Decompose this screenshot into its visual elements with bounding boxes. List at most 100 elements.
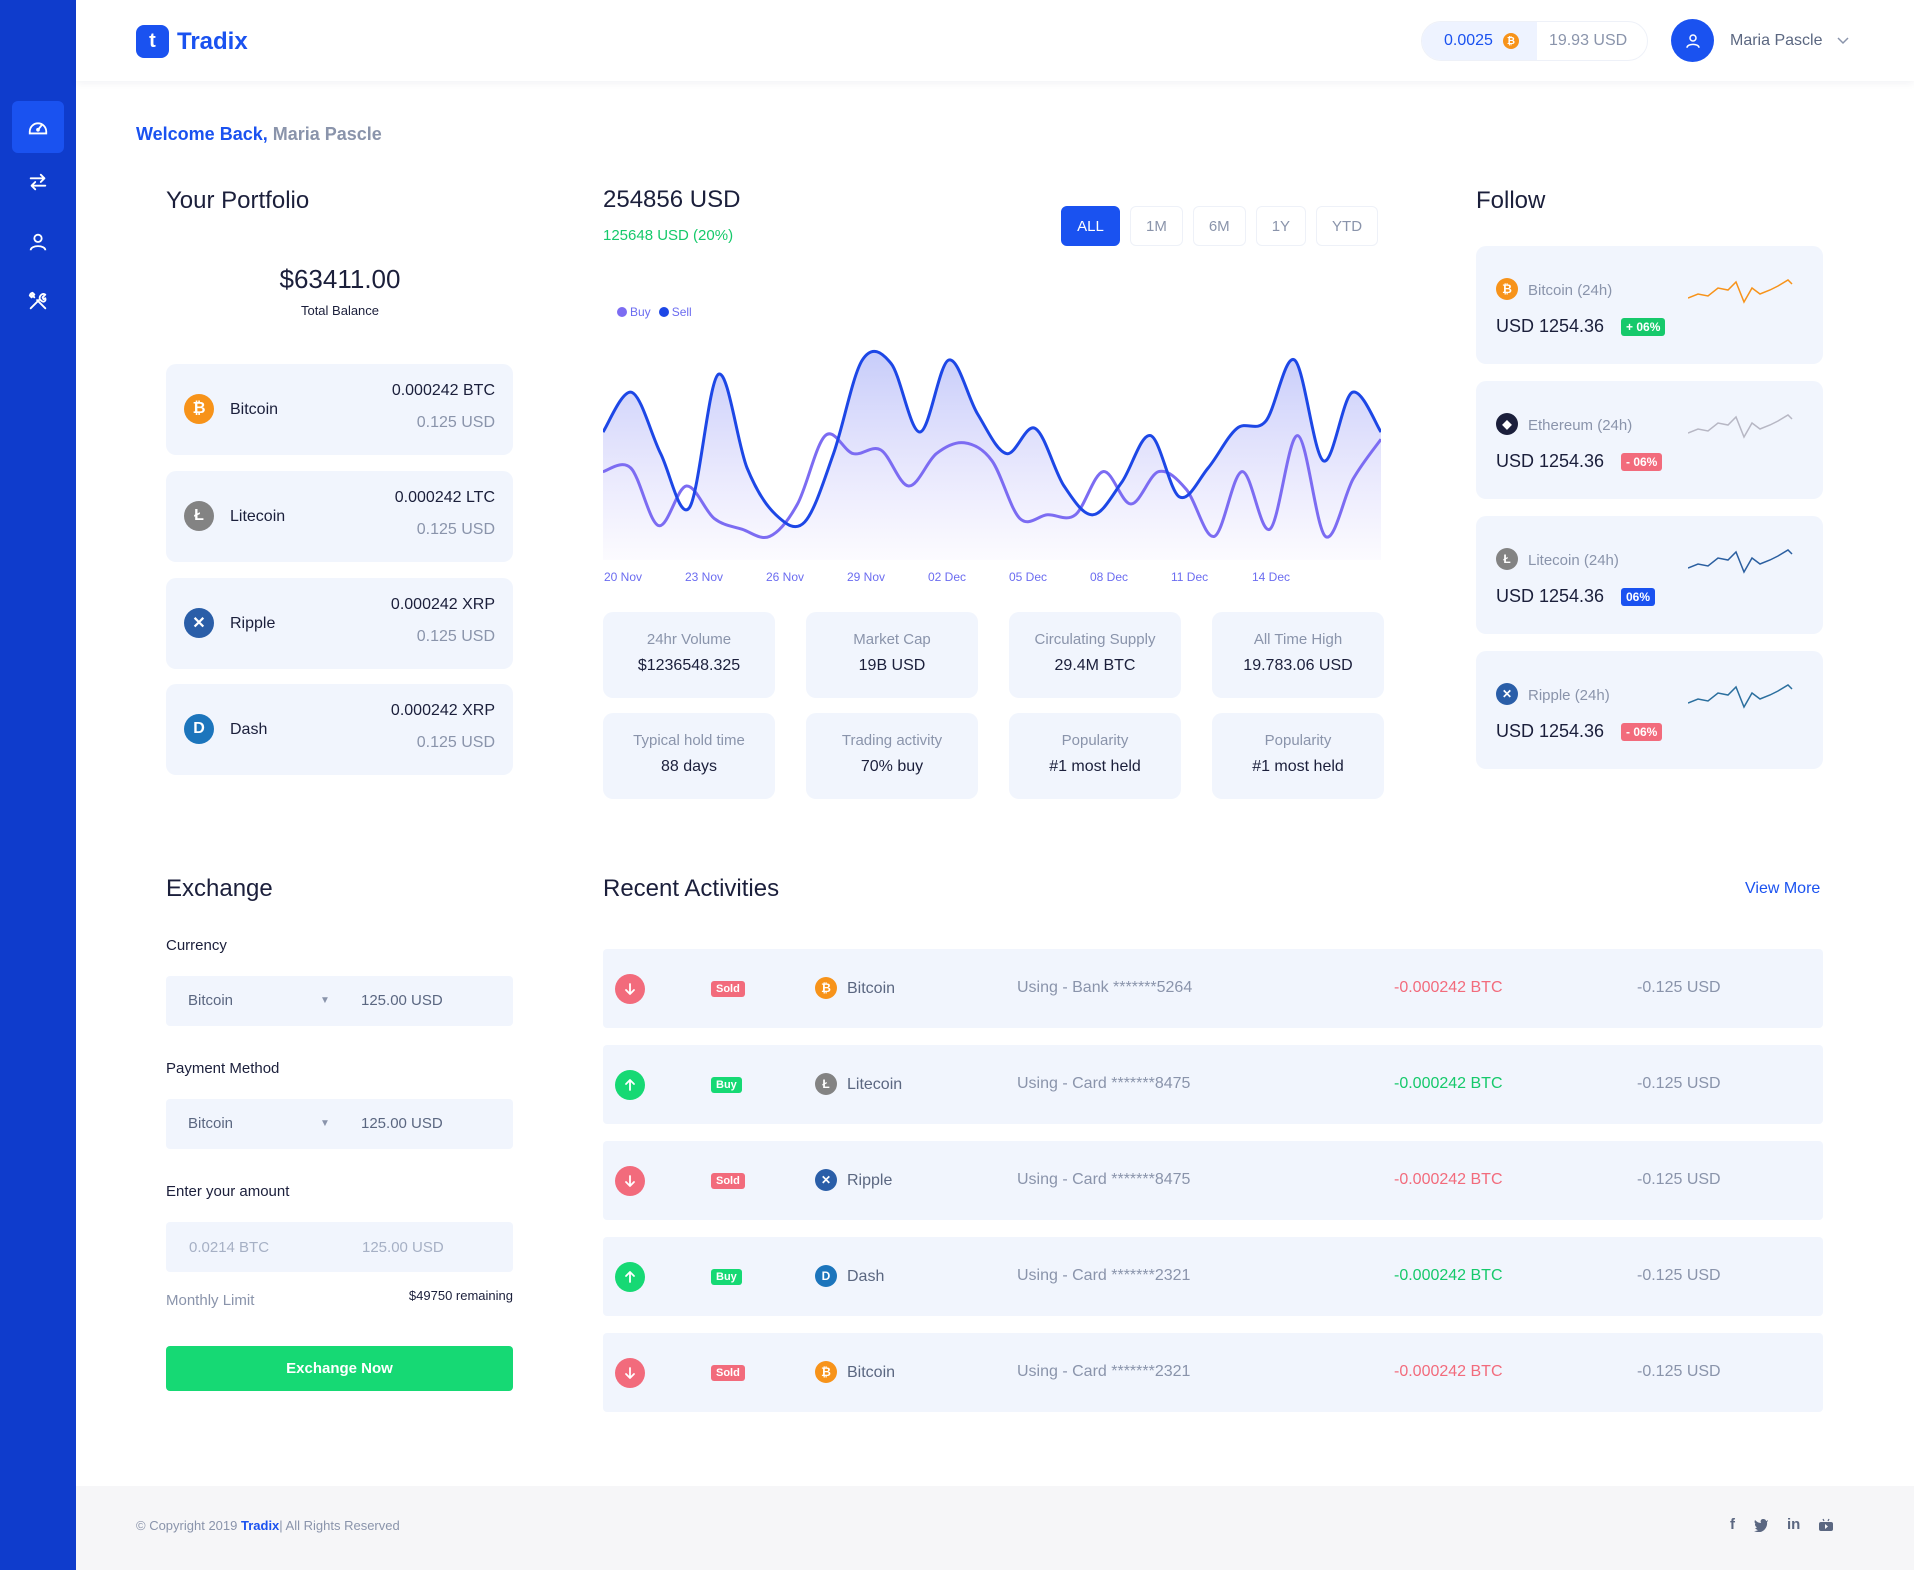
sidebar-item-tools[interactable] [12, 275, 64, 327]
legend-sell[interactable]: Sell [658, 305, 692, 319]
amount-usd-input[interactable] [362, 1222, 502, 1272]
sell-dot [658, 307, 669, 317]
sidebar-item-dashboard[interactable] [12, 101, 64, 153]
balance-pill[interactable]: 0.0025 ₿ 19.93 USD [1421, 21, 1649, 61]
user-menu[interactable]: Maria Pascle [1671, 19, 1850, 62]
coin-amount: 0.000242 LTC [394, 489, 495, 506]
stat-label: Popularity [1264, 732, 1332, 749]
monthly-limit-value: $49750 remaining [408, 1288, 513, 1303]
x-tick-label: 08 Dec [1090, 570, 1129, 584]
status-badge: Buy [711, 1077, 742, 1093]
view-more-link[interactable]: View More [1745, 880, 1820, 898]
stat-value: 29.4M BTC [1054, 657, 1136, 674]
coin-usd: 0.125 USD [416, 521, 495, 538]
sidebar [0, 0, 76, 1570]
app-logo[interactable]: t Tradix [136, 25, 248, 58]
follow-name: Ethereum (24h) [1528, 417, 1633, 434]
amount-btc-input[interactable] [189, 1222, 349, 1272]
stat-label: Typical hold time [633, 732, 745, 749]
activity-row[interactable]: Buy D Dash Using - Card *******2321 -0.0… [603, 1237, 1823, 1316]
follow-card[interactable]: ₿ Bitcoin (24h) USD 1254.36 + 06% [1476, 246, 1823, 364]
range-selector: ALL 1M 6M 1Y YTD [1061, 206, 1379, 246]
sparkline [1688, 414, 1793, 439]
portfolio-coin-card[interactable]: ₿ Bitcoin 0.000242 BTC 0.125 USD [166, 364, 513, 455]
status-badge: Buy [711, 1269, 742, 1285]
status-badge: Sold [711, 1365, 745, 1381]
follow-price: USD 1254.36 [1496, 316, 1605, 336]
coin-name: Dash [230, 721, 268, 738]
range-button-1y[interactable]: 1Y [1255, 206, 1307, 246]
activity-usd: -0.125 USD [1637, 1267, 1721, 1284]
activity-row[interactable]: Sold ₿ Bitcoin Using - Card *******2321 … [603, 1333, 1823, 1412]
bitcoin-icon: ₿ [184, 394, 214, 424]
activity-coin: Bitcoin [847, 1364, 896, 1381]
follow-price: USD 1254.36 [1496, 586, 1605, 606]
follow-price: USD 1254.36 [1496, 721, 1605, 741]
activity-row[interactable]: Sold ✕ Ripple Using - Card *******8475 -… [603, 1141, 1823, 1220]
sidebar-item-exchange[interactable] [12, 156, 64, 208]
exchange-title: Exchange [166, 875, 273, 902]
activity-row[interactable]: Buy Ł Litecoin Using - Card *******8475 … [603, 1045, 1823, 1124]
follow-card[interactable]: Ł Litecoin (24h) USD 1254.36 06% [1476, 516, 1823, 634]
portfolio-coin-card[interactable]: Ł Litecoin 0.000242 LTC 0.125 USD [166, 471, 513, 562]
x-tick-label: 02 Dec [928, 570, 967, 584]
stat-value: 19B USD [858, 657, 926, 674]
activity-amount: -0.000242 BTC [1394, 1075, 1503, 1092]
activity-amount: -0.000242 BTC [1394, 1267, 1503, 1284]
caret-down-icon: ▼ [320, 995, 330, 1006]
exchange-now-button[interactable]: Exchange Now [166, 1346, 513, 1391]
arrow-up-icon [615, 1070, 645, 1100]
activity-method: Using - Card *******8475 [1017, 1171, 1191, 1188]
sparkline [1688, 279, 1793, 304]
range-button-ytd[interactable]: YTD [1316, 206, 1379, 246]
linkedin-icon[interactable]: in [1787, 1516, 1800, 1533]
range-button-6m[interactable]: 6M [1192, 206, 1246, 246]
payment-value: Bitcoin [188, 1115, 234, 1132]
activity-method: Using - Card *******2321 [1017, 1267, 1191, 1284]
activity-method: Using - Card *******8475 [1017, 1075, 1191, 1092]
buy-dot [617, 307, 627, 317]
ripple-icon: ✕ [815, 1169, 837, 1191]
avatar [1671, 19, 1714, 62]
legend-buy[interactable]: Buy [617, 305, 651, 319]
range-button-1m[interactable]: 1M [1130, 206, 1183, 246]
sell-area [603, 351, 1381, 560]
twitter-icon[interactable] [1753, 1518, 1769, 1532]
follow-card[interactable]: ✕ Ripple (24h) USD 1254.36 - 06% [1476, 651, 1823, 769]
stat-card: Market Cap 19B USD [806, 612, 978, 698]
follow-change-badge: 06% [1621, 588, 1656, 606]
activity-row[interactable]: Sold ₿ Bitcoin Using - Bank *******5264 … [603, 949, 1823, 1028]
welcome-prefix: Welcome Back, [136, 124, 268, 144]
activity-method: Using - Card *******2321 [1017, 1363, 1191, 1380]
currency-select[interactable]: Bitcoin ▼ 125.00 USD [166, 976, 513, 1026]
dash-icon: D [815, 1265, 837, 1287]
follow-title: Follow [1476, 187, 1546, 214]
activity-usd: -0.125 USD [1637, 1171, 1721, 1188]
portfolio-coin-card[interactable]: D Dash 0.000242 XRP 0.125 USD [166, 684, 513, 775]
stat-card: Circulating Supply 29.4M BTC [1009, 612, 1181, 698]
sidebar-item-profile[interactable] [12, 216, 64, 268]
youtube-icon[interactable] [1818, 1518, 1834, 1532]
stat-label: 24hr Volume [646, 631, 732, 648]
payment-select[interactable]: Bitcoin ▼ 125.00 USD [166, 1099, 513, 1149]
activity-method: Using - Bank *******5264 [1017, 979, 1193, 996]
buy-sell-chart [603, 349, 1381, 560]
top-header: t Tradix 0.0025 ₿ 19.93 USD Maria Pascle [76, 0, 1914, 81]
facebook-icon[interactable]: f [1730, 1516, 1735, 1533]
litecoin-icon: Ł [1496, 548, 1518, 570]
user-avatar-icon [1685, 33, 1700, 48]
stat-label: Market Cap [853, 631, 931, 648]
stat-card: Trading activity 70% buy [806, 713, 978, 799]
follow-change-badge: + 06% [1621, 318, 1666, 336]
dashboard-icon [28, 122, 48, 135]
stat-label: Circulating Supply [1034, 631, 1156, 648]
total-balance: $63411.00 Total Balance [166, 264, 514, 318]
follow-card[interactable]: ◆ Ethereum (24h) USD 1254.36 - 06% [1476, 381, 1823, 499]
copyright-brand[interactable]: Tradix [241, 1518, 279, 1533]
coin-name: Litecoin [230, 508, 286, 525]
social-links: f in [1730, 1516, 1834, 1533]
coin-usd: 0.125 USD [416, 414, 495, 431]
stat-value: #1 most held [1049, 758, 1141, 775]
portfolio-coin-card[interactable]: ✕ Ripple 0.000242 XRP 0.125 USD [166, 578, 513, 669]
range-button-all[interactable]: ALL [1061, 206, 1120, 246]
